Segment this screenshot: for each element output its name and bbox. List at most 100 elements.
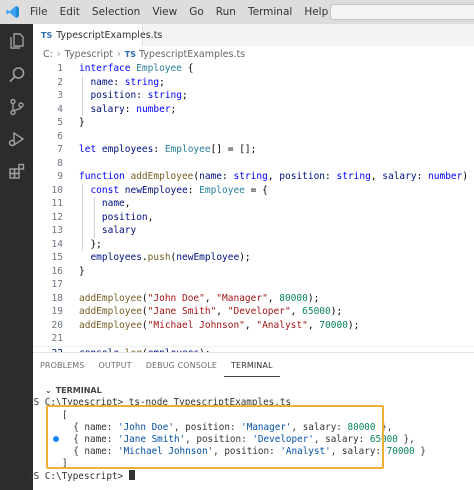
- search-icon[interactable]: [6, 64, 27, 85]
- code-line[interactable]: 20 addEmployee("Michael Johnson", "Analys…: [33, 319, 474, 333]
- line-number: 13: [51, 225, 63, 236]
- menu-item-file[interactable]: File: [24, 0, 54, 24]
- code-token: "Developer": [227, 306, 291, 317]
- terminal-cursor: [128, 470, 135, 480]
- code-token: salary: [79, 225, 137, 236]
- tab-output[interactable]: OUTPUT: [91, 353, 138, 377]
- breadcrumb-folder[interactable]: Typescript: [65, 49, 113, 60]
- code-token: newEmployee: [124, 184, 188, 196]
- code-text: employees.push(newEmployee);: [79, 251, 250, 265]
- code-token: 80000: [279, 292, 308, 304]
- code-token: ,: [290, 306, 303, 317]
- code-token: :: [416, 171, 429, 182]
- line-number: 3: [57, 90, 63, 101]
- vscode-logo-icon: [2, 0, 24, 24]
- code-line[interactable]: 4 salary: number;: [33, 103, 474, 117]
- code-line[interactable]: 10 const newEmployee: Employee = {: [33, 184, 474, 198]
- line-number: 17: [51, 279, 63, 290]
- line-number: 12: [51, 211, 63, 223]
- tab-debug-console[interactable]: DEBUG CONSOLE: [139, 353, 224, 377]
- line-number: 7: [57, 144, 63, 155]
- code-token: }: [79, 117, 85, 128]
- code-token: push: [147, 252, 171, 263]
- line-number: 9: [57, 171, 63, 182]
- code-token: ,: [267, 292, 280, 304]
- menu-item-terminal[interactable]: Terminal: [242, 0, 298, 24]
- command-center-search[interactable]: [330, 4, 474, 20]
- code-token: name: [79, 76, 114, 88]
- code-token: name: [79, 198, 125, 209]
- code-token: let: [79, 144, 102, 155]
- code-token: );: [307, 292, 320, 304]
- code-line[interactable]: 13 salary: [33, 224, 474, 238]
- code-token: interface: [79, 63, 137, 74]
- code-token: "Manager": [216, 292, 268, 304]
- code-token: :: [113, 76, 125, 88]
- code-editor[interactable]: 1 interface Employee {2 name: string; 3 po…: [33, 62, 474, 352]
- code-line[interactable]: 9 function addEmployee(name: string, posi…: [33, 170, 474, 184]
- line-number: 20: [51, 319, 63, 331]
- code-line[interactable]: 15 employees.push(newEmployee);: [33, 251, 474, 265]
- activity-bar: [0, 24, 33, 490]
- code-line[interactable]: 16}: [33, 265, 474, 279]
- code-token: );: [330, 306, 343, 317]
- code-token: :: [325, 171, 337, 182]
- code-line[interactable]: 1 interface Employee {: [33, 62, 474, 76]
- terminal-token: }: [414, 446, 426, 457]
- code-line[interactable]: 12 position,: [33, 211, 474, 225]
- run-debug-icon[interactable]: [6, 128, 27, 149]
- code-token: salary: [382, 171, 417, 182]
- menu-item-view[interactable]: View: [146, 0, 183, 24]
- code-text: }: [79, 265, 85, 279]
- code-line[interactable]: 19 addEmployee("Jane Smith", "Developer",…: [33, 305, 474, 319]
- source-control-icon[interactable]: [6, 96, 27, 117]
- tab-terminal[interactable]: TERMINAL: [224, 353, 280, 377]
- tab-problems[interactable]: PROBLEMS: [33, 353, 91, 377]
- extensions-icon[interactable]: [6, 160, 27, 181]
- code-token: "Jane Smith": [147, 306, 217, 317]
- code-text: addEmployee("John Doe", "Manager", 80000…: [79, 292, 319, 306]
- title-bar: FileEditSelectionViewGoRunTerminalHelp ←…: [0, 0, 474, 24]
- explorer-icon[interactable]: [6, 30, 27, 51]
- menu-item-run[interactable]: Run: [210, 0, 242, 24]
- code-token: employees: [79, 252, 142, 263]
- code-line[interactable]: 11 name,: [33, 197, 474, 211]
- menu-item-help[interactable]: Help: [298, 0, 334, 24]
- code-token: ;: [159, 76, 165, 88]
- menu-item-go[interactable]: Go: [183, 0, 210, 24]
- breadcrumb-drive[interactable]: C:: [43, 49, 53, 60]
- code-line[interactable]: 3 position: string;: [33, 89, 474, 103]
- terminal-section-header[interactable]: ⌄ TERMINAL: [33, 383, 474, 397]
- code-line[interactable]: 21: [33, 332, 474, 346]
- menu-item-edit[interactable]: Edit: [54, 0, 86, 24]
- tab-typescript-examples[interactable]: TS TypescriptExamples.ts: [33, 24, 162, 46]
- code-token: {: [181, 63, 194, 74]
- code-text: name,: [79, 197, 131, 211]
- line-number: 6: [57, 130, 63, 142]
- code-line[interactable]: 14 };: [33, 238, 474, 252]
- typescript-file-icon: TS: [124, 49, 136, 59]
- tab-label: TypescriptExamples.ts: [56, 29, 163, 41]
- menu-item-selection[interactable]: Selection: [86, 0, 146, 24]
- code-text: function addEmployee(name: string, posit…: [79, 170, 474, 184]
- terminal-prompt-line[interactable]: PS C:\Typescript>: [28, 470, 135, 483]
- code-line[interactable]: 8: [33, 157, 474, 171]
- code-text: position,: [79, 211, 154, 225]
- code-token: Employee: [199, 184, 245, 196]
- code-token: "Michael Johnson": [147, 319, 245, 331]
- code-line[interactable]: 18 addEmployee("John Doe", "Manager", 800…: [33, 292, 474, 306]
- code-token: 65000: [302, 306, 331, 317]
- code-token: ,: [124, 198, 131, 209]
- code-line[interactable]: 17: [33, 278, 474, 292]
- code-token: ;: [170, 103, 177, 115]
- code-line[interactable]: 6: [33, 130, 474, 144]
- code-text: position: string;: [79, 89, 187, 103]
- code-line[interactable]: 2 name: string;: [33, 76, 474, 90]
- line-number: 4: [57, 103, 63, 115]
- code-token: Employee: [164, 144, 211, 155]
- code-line[interactable]: 7 let employees: Employee[] = [];: [33, 143, 474, 157]
- code-token: ,: [204, 292, 217, 304]
- code-token: :: [136, 90, 148, 101]
- breadcrumb-file[interactable]: TypescriptExamples.ts: [139, 49, 245, 60]
- code-line[interactable]: 5}: [33, 116, 474, 130]
